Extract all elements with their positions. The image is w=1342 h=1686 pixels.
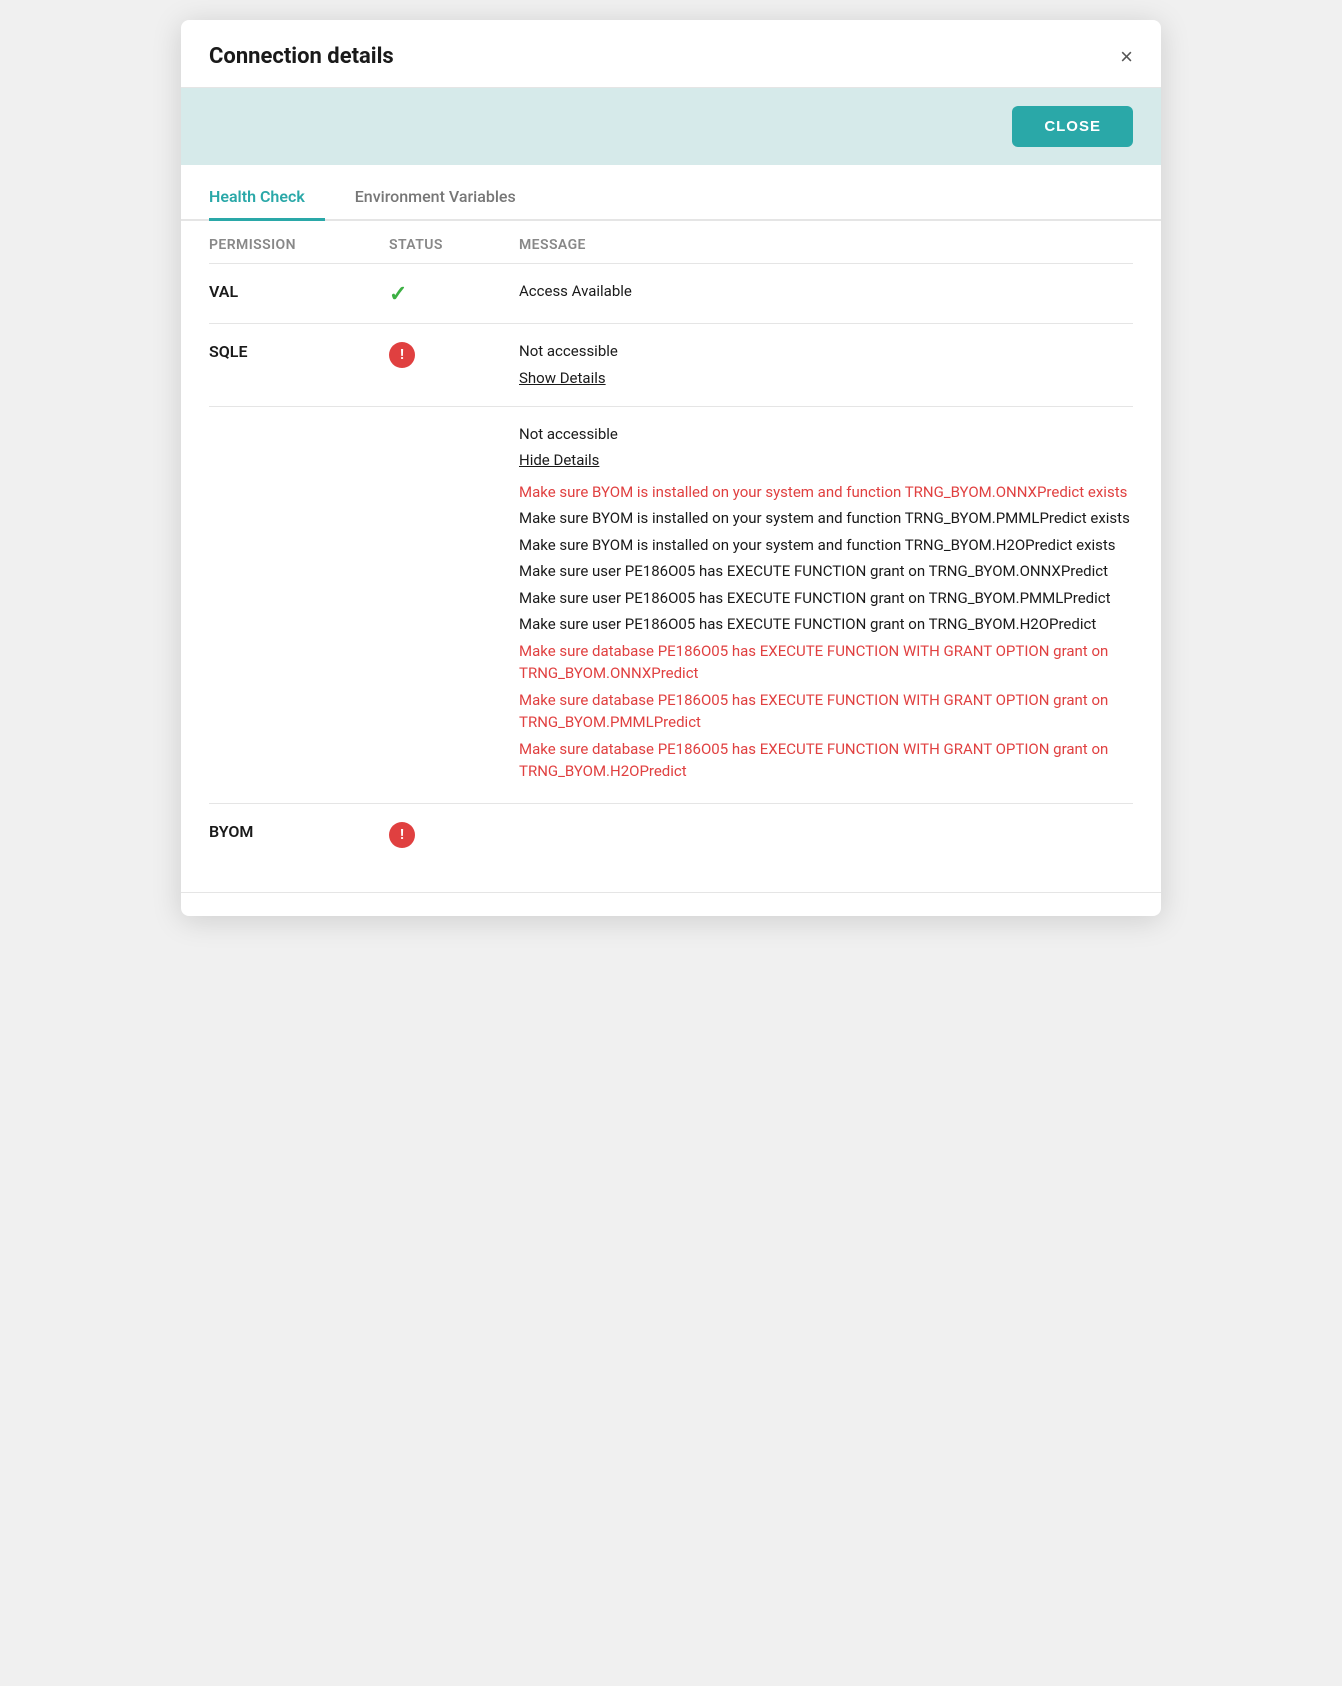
message-val: Access Available <box>519 280 1133 307</box>
message-text: Access Available <box>519 280 1133 303</box>
permission-val: VAL <box>209 280 389 301</box>
permission-byom: BYOM <box>209 820 389 841</box>
header-permission: Permission <box>209 237 389 253</box>
detail-line: Make sure database PE186O05 has EXECUTE … <box>519 738 1133 783</box>
detail-line: Make sure BYOM is installed on your syst… <box>519 534 1133 557</box>
top-bar: CLOSE <box>181 88 1161 165</box>
connection-details-modal: Connection details × CLOSE Health Check … <box>181 20 1161 916</box>
modal-footer <box>181 892 1161 916</box>
status-byom: ! <box>389 820 519 848</box>
detail-line: Make sure database PE186O05 has EXECUTE … <box>519 640 1133 685</box>
detail-line: Make sure BYOM is installed on your syst… <box>519 481 1133 504</box>
detail-line: Make sure user PE186O05 has EXECUTE FUNC… <box>519 613 1133 636</box>
message-text: Not accessible <box>519 423 1133 446</box>
status-empty <box>389 423 519 425</box>
tabs-container: Health Check Environment Variables <box>181 173 1161 221</box>
health-check-table: Permission Status Message VAL ✓ Access A… <box>181 221 1161 892</box>
table-row: Not accessible Hide Details Make sure BY… <box>209 407 1133 804</box>
detail-line: Make sure user PE186O05 has EXECUTE FUNC… <box>519 587 1133 610</box>
hide-details-link[interactable]: Hide Details <box>519 449 1133 472</box>
status-sqle: ! <box>389 340 519 368</box>
details-block: Make sure BYOM is installed on your syst… <box>519 481 1133 783</box>
table-header: Permission Status Message <box>209 221 1133 264</box>
close-x-button[interactable]: × <box>1120 46 1133 68</box>
header-message: Message <box>519 237 1133 253</box>
error-icon: ! <box>389 342 415 368</box>
message-details-expanded: Not accessible Hide Details Make sure BY… <box>519 423 1133 787</box>
status-val: ✓ <box>389 280 519 307</box>
tab-health-check[interactable]: Health Check <box>209 173 325 221</box>
message-text: Not accessible <box>519 340 1133 363</box>
check-icon: ✓ <box>389 282 407 307</box>
table-row: SQLE ! Not accessible Show Details <box>209 324 1133 407</box>
detail-line: Make sure database PE186O05 has EXECUTE … <box>519 689 1133 734</box>
show-details-link[interactable]: Show Details <box>519 367 1133 390</box>
tab-environment-variables[interactable]: Environment Variables <box>355 173 536 221</box>
message-sqle: Not accessible Show Details <box>519 340 1133 390</box>
error-icon: ! <box>389 822 415 848</box>
table-row: VAL ✓ Access Available <box>209 264 1133 324</box>
permission-empty <box>209 423 389 425</box>
detail-line: Make sure user PE186O05 has EXECUTE FUNC… <box>519 560 1133 583</box>
modal-title: Connection details <box>209 44 394 69</box>
modal-header: Connection details × <box>181 20 1161 88</box>
header-status: Status <box>389 237 519 253</box>
close-button[interactable]: CLOSE <box>1012 106 1133 147</box>
permission-sqle: SQLE <box>209 340 389 361</box>
table-row: BYOM ! <box>209 804 1133 864</box>
detail-line: Make sure BYOM is installed on your syst… <box>519 507 1133 530</box>
